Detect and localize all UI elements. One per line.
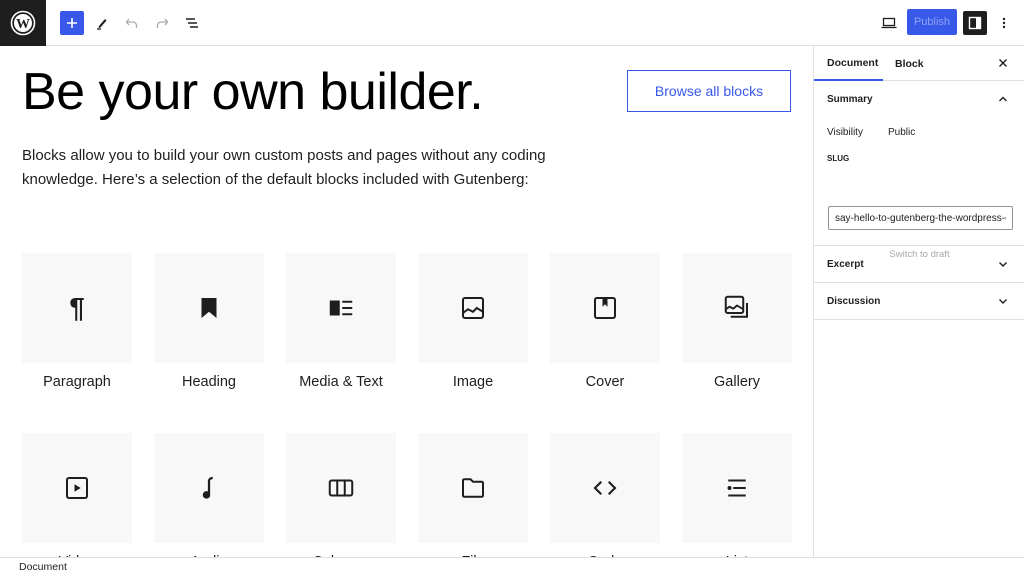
- block-tile-box[interactable]: [286, 433, 396, 543]
- gallery-icon: [724, 295, 748, 318]
- block-tile-columns[interactable]: Columns: [286, 433, 396, 557]
- settings-button[interactable]: [963, 11, 987, 35]
- block-tile-paragraph[interactable]: ¶ Paragraph: [22, 253, 132, 390]
- settings-sidebar: Document Block Summary Visibility Public…: [813, 46, 1024, 557]
- breadcrumb-document[interactable]: Document: [19, 561, 67, 573]
- chevron-down-icon: [999, 262, 1007, 267]
- block-tile-box[interactable]: [550, 253, 660, 363]
- block-tile-code[interactable]: Code: [550, 433, 660, 557]
- block-tile-file[interactable]: File: [418, 433, 528, 557]
- block-breadcrumb-bar: Document: [0, 557, 1024, 576]
- block-tile-box[interactable]: [286, 253, 396, 363]
- block-tile-gallery[interactable]: Gallery: [682, 253, 792, 390]
- code-icon: [593, 480, 617, 496]
- block-tile-box[interactable]: [682, 253, 792, 363]
- block-tile-label: Gallery: [714, 374, 760, 390]
- slug-input[interactable]: [828, 206, 1013, 230]
- close-icon: [999, 59, 1007, 67]
- visibility-label: Visibility: [827, 127, 863, 138]
- editor-canvas: Be your own builder. Browse all blocks B…: [0, 46, 813, 557]
- redo-button[interactable]: [150, 11, 174, 35]
- block-tile-box[interactable]: [550, 433, 660, 543]
- editor-toolbar: W Publish: [0, 0, 1024, 46]
- svg-text:¶: ¶: [69, 293, 84, 323]
- block-tile-label: Media & Text: [299, 374, 383, 390]
- discussion-title: Discussion: [827, 295, 881, 307]
- block-tile-list[interactable]: List: [682, 433, 792, 557]
- summary-panel: Summary Visibility Public SLUG Switch to…: [814, 81, 1024, 260]
- excerpt-title: Excerpt: [827, 258, 864, 270]
- list-view-icon: [186, 18, 198, 28]
- block-tile-box[interactable]: ¶: [22, 253, 132, 363]
- options-button[interactable]: [992, 11, 1016, 35]
- undo-button[interactable]: [120, 11, 144, 35]
- cover-icon: [594, 297, 616, 319]
- tab-document[interactable]: Document: [814, 46, 883, 81]
- block-tile-label: Paragraph: [43, 374, 111, 390]
- wordpress-logo-button[interactable]: W: [0, 0, 46, 46]
- video-icon: [66, 477, 88, 499]
- wordpress-logo-icon: W: [10, 10, 36, 36]
- image-icon: [462, 297, 484, 319]
- paragraph-icon: ¶: [69, 293, 84, 323]
- browse-all-blocks-button[interactable]: Browse all blocks: [627, 70, 791, 112]
- media-text-icon: [329, 300, 353, 316]
- block-tile-box[interactable]: [418, 433, 528, 543]
- chevron-down-icon: [999, 299, 1007, 304]
- visibility-toggle[interactable]: Public: [888, 127, 915, 138]
- svg-text:W: W: [16, 17, 30, 32]
- block-tile-label: Image: [452, 374, 494, 390]
- excerpt-panel-toggle[interactable]: Excerpt: [814, 246, 1024, 282]
- sidebar-tabs: Document Block: [814, 46, 1024, 81]
- undo-icon: [125, 18, 138, 28]
- page-heading[interactable]: Be your own builder.: [22, 62, 484, 122]
- pencil-icon: [97, 19, 107, 30]
- columns-icon: [328, 479, 354, 497]
- plus-icon: [67, 18, 77, 28]
- block-tile-label: Cover: [585, 374, 625, 390]
- intro-paragraph[interactable]: Blocks allow you to build your own custo…: [22, 144, 582, 192]
- redo-icon: [156, 18, 169, 28]
- sidebar-toggle-icon: [968, 16, 982, 30]
- close-sidebar-button[interactable]: [996, 56, 1010, 70]
- list-icon: [727, 479, 746, 497]
- block-tile-box[interactable]: [22, 433, 132, 543]
- block-tile-image[interactable]: Image: [418, 253, 528, 390]
- more-vertical-icon: [1002, 17, 1006, 29]
- tab-block[interactable]: Block: [895, 46, 924, 81]
- add-block-button[interactable]: [60, 11, 84, 35]
- discussion-panel: Discussion: [814, 283, 1024, 320]
- block-tile-video[interactable]: Video: [22, 433, 132, 557]
- tools-button[interactable]: [90, 11, 114, 35]
- heading-icon: [201, 298, 217, 318]
- publish-button[interactable]: Publish: [907, 9, 957, 35]
- excerpt-panel: Excerpt: [814, 246, 1024, 283]
- slug-label: SLUG: [827, 154, 850, 163]
- block-tile-box[interactable]: [154, 433, 264, 543]
- block-tile-label: Heading: [181, 374, 236, 390]
- audio-icon: [202, 476, 213, 499]
- block-tile-box[interactable]: [154, 253, 264, 363]
- block-tile-media-text[interactable]: Media & Text: [286, 253, 396, 390]
- block-tile-box[interactable]: [682, 433, 792, 543]
- block-tile-heading[interactable]: Heading: [154, 253, 264, 390]
- document-overview-button[interactable]: [180, 11, 204, 35]
- preview-button[interactable]: [877, 11, 901, 35]
- chevron-up-icon: [999, 96, 1007, 102]
- desktop-icon: [881, 17, 897, 29]
- block-tile-audio[interactable]: Audio: [154, 433, 264, 557]
- block-tile-box[interactable]: [418, 253, 528, 363]
- discussion-panel-toggle[interactable]: Discussion: [814, 283, 1024, 319]
- block-tile-cover[interactable]: Cover: [550, 253, 660, 390]
- summary-panel-toggle[interactable]: Summary: [814, 81, 1024, 117]
- file-icon: [462, 478, 484, 498]
- summary-title: Summary: [827, 93, 873, 105]
